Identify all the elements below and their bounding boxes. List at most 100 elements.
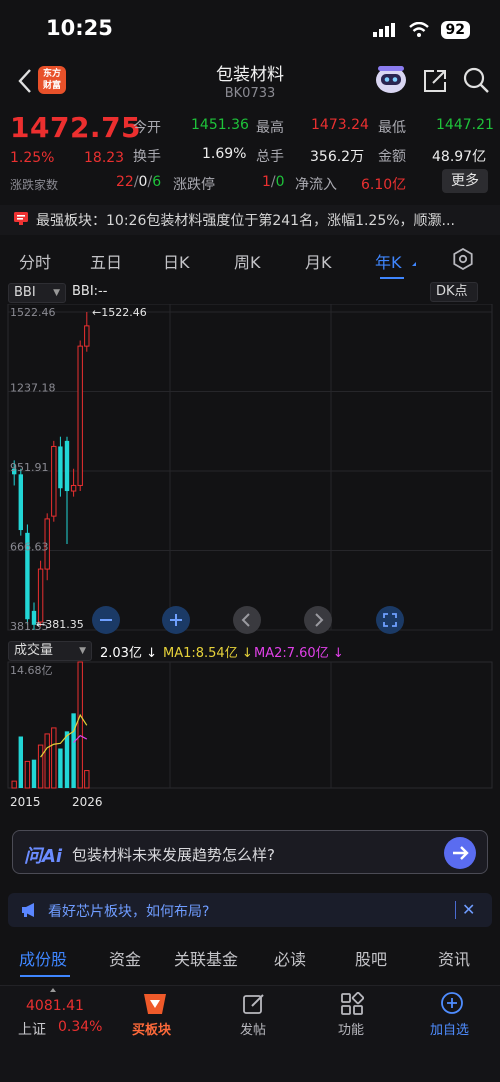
volume-ma1: MA1:8.54亿 (163, 646, 238, 661)
tab-weekly-k[interactable]: 周K (234, 249, 261, 273)
volume-chart[interactable]: 14.68亿 2015 2026 (0, 660, 500, 820)
turnover-label: 换手 (133, 149, 161, 165)
high-label: 最高 (256, 120, 284, 136)
low-value: 1447.21 (436, 117, 494, 133)
volume-max-label: 14.68亿 (10, 664, 53, 677)
tab-constituents[interactable]: 成份股 (19, 946, 67, 970)
volume-bar (31, 759, 37, 788)
post-edit-icon[interactable] (242, 992, 266, 1016)
index-value[interactable]: 4081.41 (26, 998, 84, 1014)
share-icon[interactable] (422, 66, 448, 94)
nav-buy-sector[interactable]: 买板块 (132, 1019, 171, 1038)
robot-assistant-icon[interactable] (374, 63, 408, 95)
limit-label: 涨跌停 (173, 177, 215, 193)
zoom-in-button[interactable] (162, 606, 190, 634)
indicator-select[interactable]: BBI ▼ (8, 283, 66, 303)
volume-label: 总手 (256, 149, 284, 165)
tab-year-corner-marker (412, 262, 416, 266)
ai-logo: 问Ai (24, 846, 63, 867)
dk-point-button[interactable]: DK点 (430, 282, 478, 302)
dropdown-arrow-icon: ▼ (79, 646, 86, 656)
close-icon[interactable]: ✕ (462, 900, 475, 919)
fullscreen-button[interactable] (376, 606, 404, 634)
add-watchlist-icon[interactable] (440, 991, 464, 1015)
zoom-out-button[interactable] (92, 606, 120, 634)
candle-body (37, 568, 44, 623)
open-value: 1451.36 (191, 117, 249, 133)
tab-intraday[interactable]: 分时 (19, 249, 51, 273)
buy-sector-icon[interactable] (140, 990, 170, 1018)
dropdown-arrow-icon: ▼ (53, 288, 60, 298)
candle-body (84, 325, 90, 347)
netflow-value: 6.10亿 (361, 177, 407, 193)
app-logo[interactable]: 东方 财富 (38, 66, 66, 94)
change-percent: 1.25% (10, 150, 55, 166)
candle-body (70, 484, 77, 492)
volume-bar (18, 736, 23, 788)
volume-current: 2.03亿 (100, 646, 142, 661)
index-name[interactable]: 上证 (18, 1019, 46, 1039)
more-button[interactable]: 更多 (442, 169, 488, 193)
volume-indicator-select[interactable]: 成交量 ▼ (8, 641, 92, 661)
arrow-right-icon (453, 846, 469, 860)
volume-value: 356.2万 (310, 149, 365, 165)
active-bottom-tab-underline (20, 975, 70, 977)
nav-post[interactable]: 发帖 (240, 1019, 266, 1038)
volume-bar (77, 661, 83, 789)
netflow-label: 净流入 (295, 177, 337, 193)
volume-bar (84, 770, 90, 789)
up-down-count: 22/0/6 (116, 174, 162, 190)
amount-value: 48.97亿 (432, 149, 487, 165)
up-down-count-label: 涨跌家数 (10, 178, 59, 192)
candle-body (51, 445, 57, 517)
candle-body (58, 446, 63, 489)
volume-header: 成交量 ▼ 2.03亿 ↓ MA1:8.54亿 ↓ MA2:7.60亿 ↓ (8, 641, 498, 661)
min-price-label: ←381.35 (36, 618, 84, 631)
indicator-value: BBI:-- (72, 284, 108, 299)
scroll-right-button[interactable] (304, 606, 332, 634)
candle-body (18, 474, 23, 531)
tab-news[interactable]: 资讯 (438, 946, 470, 970)
megaphone-icon (22, 903, 34, 917)
chart-board-icon (14, 212, 28, 225)
y-tick-label: 951.91 (10, 461, 49, 474)
y-tick-label: 666.63 (10, 541, 49, 554)
tab-funds[interactable]: 资金 (109, 946, 141, 970)
volume-bar (51, 727, 57, 789)
tab-5day[interactable]: 五日 (90, 249, 122, 273)
max-price-label: ←1522.46 (92, 306, 147, 319)
settings-icon[interactable] (452, 248, 474, 270)
nav-functions[interactable]: 功能 (338, 1019, 364, 1038)
volume-ma2: MA2:7.60亿 (254, 646, 329, 661)
low-label: 最低 (378, 120, 406, 136)
ai-prompt-text[interactable]: 包装材料未来发展趋势怎么样? (72, 844, 275, 865)
back-arrow-icon[interactable] (14, 66, 36, 96)
change-value: 18.23 (84, 150, 125, 166)
tab-daily-k[interactable]: 日K (163, 249, 190, 273)
volume-bar (64, 731, 70, 788)
index-change[interactable]: 0.34% (58, 1019, 102, 1035)
search-icon[interactable] (462, 66, 490, 94)
volume-bar (58, 748, 63, 788)
ai-send-button[interactable] (444, 837, 476, 869)
tab-forum[interactable]: 股吧 (355, 946, 387, 970)
volume-bars (11, 661, 90, 789)
functions-grid-icon[interactable] (340, 992, 364, 1016)
y-tick-label: 1522.46 (10, 306, 56, 319)
battery-indicator: 92 (440, 21, 470, 39)
x-label-start: 2015 (10, 795, 41, 809)
tab-related-funds[interactable]: 关联基金 (174, 946, 238, 970)
volume-bar (44, 733, 50, 789)
amount-label: 金额 (378, 149, 406, 165)
tab-yearly-k[interactable]: 年K (375, 249, 402, 273)
nav-add-watchlist[interactable]: 加自选 (430, 1019, 469, 1038)
x-label-end: 2026 (72, 795, 103, 809)
tab-monthly-k[interactable]: 月K (305, 249, 332, 273)
scroll-left-button[interactable] (233, 606, 261, 634)
high-value: 1473.24 (311, 117, 369, 133)
promo-text: 看好芯片板块，如何布局? (48, 904, 210, 920)
tab-must-read[interactable]: 必读 (274, 946, 306, 970)
status-icons: 92 (372, 18, 470, 42)
candlestick-chart[interactable]: 1522.461237.18951.91666.63381.35←1522.46… (0, 304, 500, 634)
current-price: 1472.75 (10, 111, 142, 144)
